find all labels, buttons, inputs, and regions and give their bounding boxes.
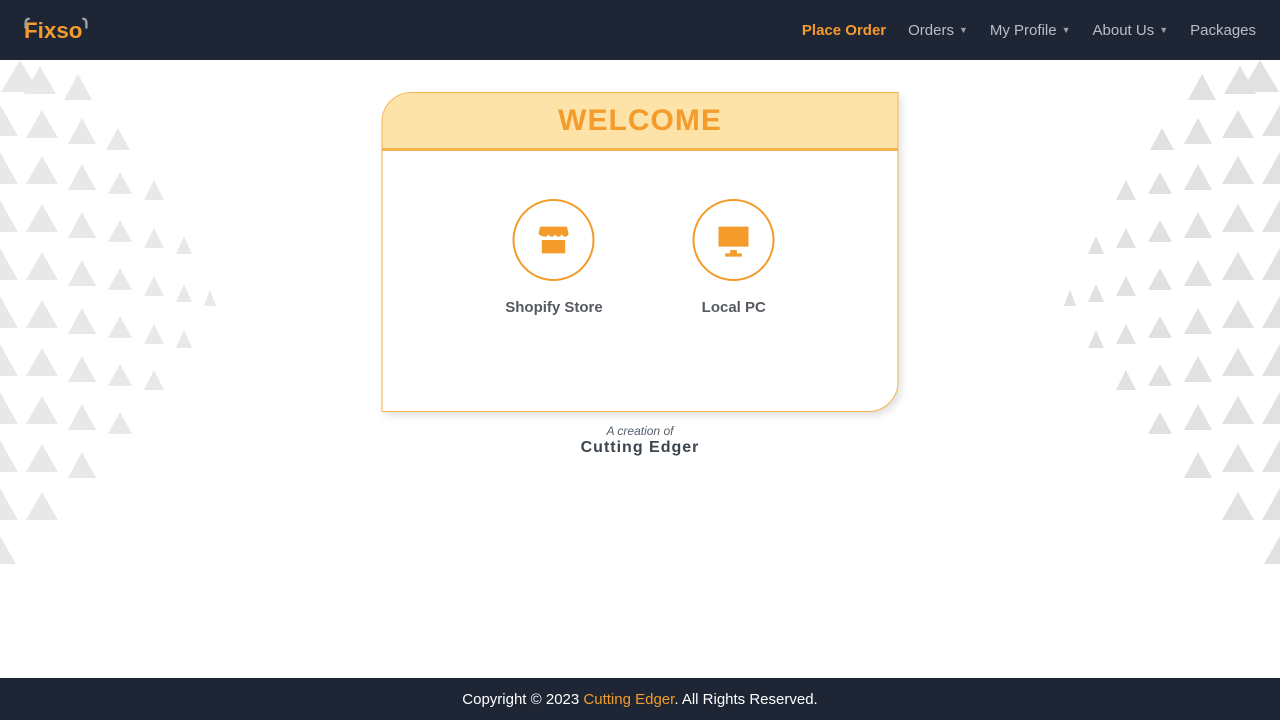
footer-copyright: Copyright © 2023 Cutting Edger. All Righ… <box>462 691 817 708</box>
credit-prefix: A creation of <box>581 424 700 438</box>
card-header: WELCOME <box>383 93 898 151</box>
option-shopify-label: Shopify Store <box>505 299 603 316</box>
monitor-icon <box>693 199 775 281</box>
brand-logo[interactable]: Fixso <box>24 14 120 46</box>
nav-about-us[interactable]: About Us ▼ <box>1093 22 1169 39</box>
credit-brand: Cutting Edger <box>581 439 700 457</box>
nav-packages[interactable]: Packages <box>1190 22 1256 39</box>
card-title: WELCOME <box>558 104 722 138</box>
background-decor-right <box>980 60 1280 680</box>
nav-orders-label: Orders <box>908 22 954 39</box>
nav-my-profile[interactable]: My Profile ▼ <box>990 22 1071 39</box>
option-local-pc[interactable]: Local PC <box>693 199 775 316</box>
header: Fixso Place Order Orders ▼ My Profile ▼ … <box>0 0 1280 60</box>
main-nav: Place Order Orders ▼ My Profile ▼ About … <box>802 22 1256 39</box>
svg-text:Fixso: Fixso <box>24 18 82 43</box>
nav-orders[interactable]: Orders ▼ <box>908 22 968 39</box>
background-decor-left <box>0 60 300 680</box>
chevron-down-icon: ▼ <box>959 25 968 35</box>
chevron-down-icon: ▼ <box>1159 25 1168 35</box>
credit-line: A creation of Cutting Edger <box>581 424 700 457</box>
chevron-down-icon: ▼ <box>1062 25 1071 35</box>
card-body: Shopify Store Local PC <box>383 151 898 316</box>
welcome-card: WELCOME Shopify Store Local PC <box>382 92 899 412</box>
nav-place-order[interactable]: Place Order <box>802 22 886 39</box>
option-shopify-store[interactable]: Shopify Store <box>505 199 603 316</box>
store-icon <box>513 199 595 281</box>
footer-link[interactable]: Cutting Edger <box>583 691 674 708</box>
nav-about-us-label: About Us <box>1093 22 1155 39</box>
footer: Copyright © 2023 Cutting Edger. All Righ… <box>0 678 1280 720</box>
option-local-pc-label: Local PC <box>702 299 766 316</box>
nav-my-profile-label: My Profile <box>990 22 1057 39</box>
